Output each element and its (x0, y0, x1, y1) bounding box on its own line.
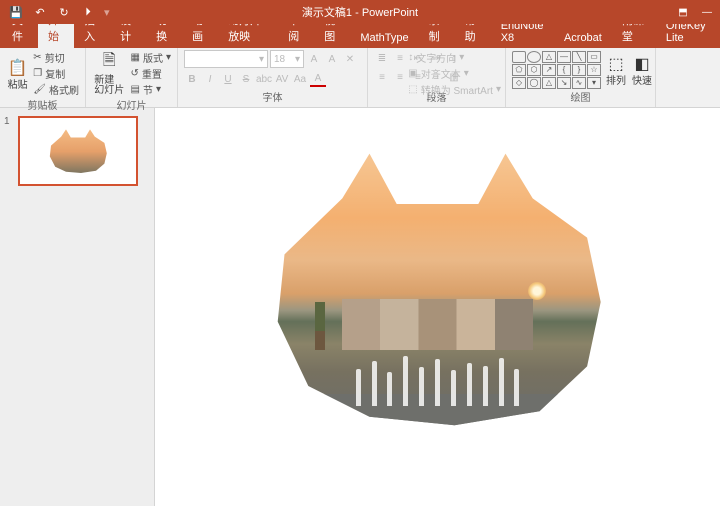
tab-acrobat[interactable]: Acrobat (554, 28, 612, 48)
brush-icon: 🖌 (33, 84, 46, 95)
group-font: ▾ 18▾ A A ✕ B I U S abc AV Aa A 字体 (178, 48, 368, 107)
chevron-down-icon: ▾ (259, 54, 264, 65)
smartart-button[interactable]: ⬚ 转换为 SmartArt▾ (408, 82, 501, 97)
change-case-button[interactable]: Aa (292, 71, 308, 87)
fountains (302, 344, 574, 406)
sunset-image (268, 148, 608, 428)
quick-access-toolbar: 💾 ↶ ↻ ⏵ ▾ (0, 2, 118, 22)
strike-button[interactable]: S (238, 71, 254, 87)
styles-icon: ◧ (631, 53, 653, 75)
align-text-button[interactable]: ▣ 对齐文本▾ (408, 66, 501, 81)
section-icon: ▤ (131, 84, 140, 95)
ribbon-tabs: 文件 开始 插入 设计 切换 动画 幻灯片放映 审阅 视图 MathType 录… (0, 24, 720, 48)
buildings (342, 299, 532, 349)
font-name-select[interactable]: ▾ (184, 50, 268, 68)
group-drawing: △—╲▭ ⬠⬡↗{}☆ ◇◯△↘∿▾ ⬚ 排列 ◧ 快速 绘图 (506, 48, 656, 107)
redo-icon[interactable]: ↻ (54, 2, 74, 22)
clear-format-button[interactable]: ✕ (342, 51, 358, 67)
undo-icon[interactable]: ↶ (30, 2, 50, 22)
title-bar: 💾 ↶ ↻ ⏵ ▾ 演示文稿1 - PowerPoint ⬒ — (0, 0, 720, 24)
group-paragraph: ≣ ≡ ⇤ ⇥ ↕ ≡ ≡ ≡ ≡ ▥ ↕ 文字方向▾ ▣ 对齐文本▾ ⬚ 转换… (368, 48, 506, 107)
slideshow-icon[interactable]: ⏵ (78, 2, 98, 22)
italic-button[interactable]: I (202, 71, 218, 87)
format-painter-button[interactable]: 🖌格式刷 (33, 82, 79, 97)
thumbnail-preview[interactable] (18, 116, 138, 186)
reset-icon: ↺ (131, 68, 139, 79)
reset-button[interactable]: ↺重置 (131, 66, 171, 81)
shadow-button[interactable]: abc (256, 71, 272, 87)
slide-number: 1 (4, 116, 14, 186)
layout-button[interactable]: ▦版式▾ (131, 50, 171, 65)
align-left-button[interactable]: ≡ (374, 69, 390, 85)
tree (315, 302, 325, 350)
group-label: 绘图 (512, 89, 649, 105)
group-clipboard: 📋 粘贴 ✂剪切 ❐复制 🖌格式刷 剪贴板 (0, 48, 86, 107)
qat-more-icon[interactable]: ▾ (104, 6, 110, 19)
slide-thumbnail-panel[interactable]: 1 (0, 108, 155, 506)
ribbon: 📋 粘贴 ✂剪切 ❐复制 🖌格式刷 剪贴板 🗎 新建 幻灯片 ▦版式▾ ↺重置 … (0, 48, 720, 108)
cat-shaped-picture[interactable] (268, 148, 608, 428)
font-color-button[interactable]: A (310, 71, 326, 87)
minimize-icon[interactable]: — (698, 3, 716, 21)
window-controls: ⬒ — (674, 3, 716, 21)
group-slides: 🗎 新建 幻灯片 ▦版式▾ ↺重置 ▤节▾ 幻灯片 (86, 48, 178, 107)
chevron-down-icon: ▾ (295, 54, 300, 65)
bold-button[interactable]: B (184, 71, 200, 87)
clipboard-icon: 📋 (7, 57, 29, 79)
scissors-icon: ✂ (33, 52, 41, 63)
font-size-select[interactable]: 18▾ (270, 50, 304, 68)
quick-styles-button[interactable]: ◧ 快速 (631, 53, 653, 87)
window-title: 演示文稿1 - PowerPoint (302, 4, 418, 20)
cut-button[interactable]: ✂剪切 (33, 50, 79, 65)
ribbon-options-icon[interactable]: ⬒ (674, 3, 692, 21)
grow-font-button[interactable]: A (306, 51, 322, 67)
workspace: 1 (0, 108, 720, 506)
shapes-gallery[interactable]: △—╲▭ ⬠⬡↗{}☆ ◇◯△↘∿▾ (512, 51, 601, 89)
section-button[interactable]: ▤节▾ (131, 82, 171, 97)
slide-thumbnail[interactable]: 1 (4, 116, 150, 186)
group-label: 字体 (184, 89, 361, 105)
thumb-cat-image (48, 129, 108, 174)
text-direction-button[interactable]: ↕ 文字方向▾ (408, 50, 501, 65)
group-label: 剪贴板 (6, 97, 79, 113)
sun-icon (528, 282, 546, 300)
copy-button[interactable]: ❐复制 (33, 66, 79, 81)
char-spacing-button[interactable]: AV (274, 71, 290, 87)
copy-icon: ❐ (33, 68, 42, 79)
arrange-button[interactable]: ⬚ 排列 (605, 53, 627, 87)
paste-button[interactable]: 📋 粘贴 (6, 57, 29, 91)
numbering-button[interactable]: ≡ (392, 50, 408, 66)
new-slide-button[interactable]: 🗎 新建 幻灯片 (92, 52, 127, 96)
new-slide-icon: 🗎 (98, 52, 120, 74)
slide-canvas[interactable] (155, 108, 720, 506)
save-icon[interactable]: 💾 (6, 2, 26, 22)
shrink-font-button[interactable]: A (324, 51, 340, 67)
underline-button[interactable]: U (220, 71, 236, 87)
align-center-button[interactable]: ≡ (392, 69, 408, 85)
tab-mathtype[interactable]: MathType (350, 28, 418, 48)
layout-icon: ▦ (131, 52, 140, 63)
bullets-button[interactable]: ≣ (374, 50, 390, 66)
arrange-icon: ⬚ (605, 53, 627, 75)
